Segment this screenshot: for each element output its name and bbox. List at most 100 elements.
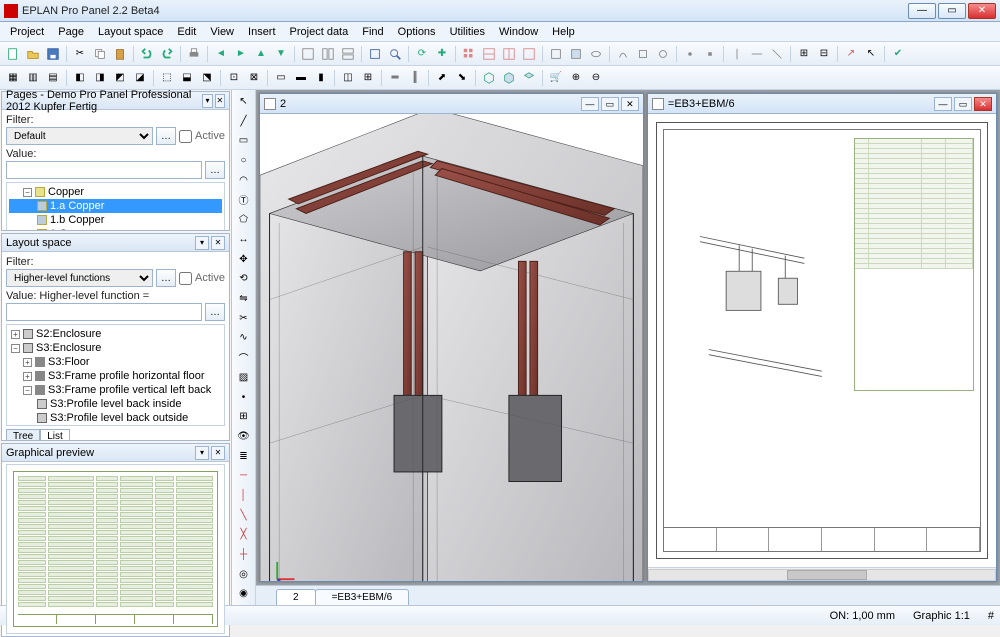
tool2-item-icon[interactable]: ⬔ — [198, 69, 216, 87]
vtool-fillet-icon[interactable]: ⌒ — [235, 349, 253, 366]
tool-undo-icon[interactable] — [138, 45, 156, 63]
vtool-red1-icon[interactable]: ─ — [235, 467, 253, 484]
menu-view[interactable]: View — [204, 24, 240, 40]
filter-select[interactable]: Default — [6, 127, 153, 145]
tool2-item-icon[interactable]: ⊞ — [359, 69, 377, 87]
panel-close-button[interactable]: ✕ — [211, 446, 225, 460]
tool2-item-icon[interactable]: ⊖ — [587, 69, 605, 87]
doc-max-button[interactable]: ▭ — [954, 97, 972, 111]
vtool-text-icon[interactable]: Ⓣ — [235, 191, 253, 208]
panel-dropdown-button[interactable]: ▾ — [202, 94, 212, 108]
menu-help[interactable]: Help — [546, 24, 581, 40]
tool-snap1-icon[interactable] — [681, 45, 699, 63]
vtool-hatch-icon[interactable]: ▨ — [235, 369, 253, 386]
vtool-select-icon[interactable]: ↖ — [235, 93, 253, 110]
vtool-point-icon[interactable]: • — [235, 389, 253, 406]
tool-save-icon[interactable] — [44, 45, 62, 63]
tool2-item-icon[interactable]: ◪ — [131, 69, 149, 87]
value-more-button[interactable]: … — [205, 161, 225, 179]
value-input[interactable] — [6, 303, 202, 321]
tool-open-icon[interactable] — [24, 45, 42, 63]
doc-max-button[interactable]: ▭ — [601, 97, 619, 111]
vtool-rotate-icon[interactable]: ⟲ — [235, 270, 253, 287]
tool-paste-icon[interactable] — [111, 45, 129, 63]
tool-grid2-icon[interactable] — [480, 45, 498, 63]
menu-utilities[interactable]: Utilities — [444, 24, 491, 40]
vtool-misc-icon[interactable]: ◎ — [235, 566, 253, 583]
tool2-item-icon[interactable]: ⬚ — [158, 69, 176, 87]
tool2-item-icon[interactable]: ▮ — [312, 69, 330, 87]
tool2-item-icon[interactable]: ║ — [406, 69, 424, 87]
tool2-iso-icon[interactable] — [480, 69, 498, 87]
vtool-move-icon[interactable]: ✥ — [235, 251, 253, 268]
tool2-item-icon[interactable]: ▥ — [24, 69, 42, 87]
vtool-misc-icon[interactable]: ◉ — [235, 585, 253, 602]
menu-window[interactable]: Window — [493, 24, 544, 40]
tool-new-icon[interactable] — [4, 45, 22, 63]
vtool-dim-icon[interactable]: ↔ — [235, 231, 253, 248]
menu-projectdata[interactable]: Project data — [284, 24, 355, 40]
maximize-button[interactable]: ▭ — [938, 3, 966, 19]
tool-snap2-icon[interactable] — [701, 45, 719, 63]
vtool-mirror-icon[interactable]: ⇋ — [235, 290, 253, 307]
tool-align1-icon[interactable] — [728, 45, 746, 63]
active-checkbox[interactable]: Active — [179, 130, 225, 143]
doc-close-button[interactable]: ✕ — [621, 97, 639, 111]
panel-close-button[interactable]: ✕ — [211, 236, 225, 250]
tool-cut-icon[interactable]: ✂ — [71, 45, 89, 63]
panel-dropdown-button[interactable]: ▾ — [195, 236, 209, 250]
tool-nav-down-icon[interactable]: ▼ — [272, 45, 290, 63]
doc-min-button[interactable]: — — [934, 97, 952, 111]
tool-win2-icon[interactable] — [319, 45, 337, 63]
vtool-poly-icon[interactable]: ⬠ — [235, 211, 253, 228]
tool-copy-icon[interactable] — [91, 45, 109, 63]
tool-refresh-icon[interactable]: ⟳ — [413, 45, 431, 63]
tool-nav-up-icon[interactable]: ▲ — [252, 45, 270, 63]
tool-win3-icon[interactable] — [339, 45, 357, 63]
filter-more-button[interactable]: … — [156, 269, 176, 287]
tool2-iso-icon[interactable] — [500, 69, 518, 87]
tool2-item-icon[interactable]: ⬈ — [433, 69, 451, 87]
tool2-item-icon[interactable]: ◨ — [91, 69, 109, 87]
vtool-red5-icon[interactable]: ┼ — [235, 546, 253, 563]
vtool-red4-icon[interactable]: ╳ — [235, 526, 253, 543]
tool-view1-icon[interactable] — [547, 45, 565, 63]
tool-zoom-in-icon[interactable] — [386, 45, 404, 63]
vtool-layer-icon[interactable]: ≣ — [235, 448, 253, 465]
vtool-line-icon[interactable]: ╱ — [235, 113, 253, 130]
value-input[interactable] — [6, 161, 202, 179]
tool2-item-icon[interactable]: ▤ — [44, 69, 62, 87]
tool-nav-back-icon[interactable]: ◄ — [212, 45, 230, 63]
tool2-item-icon[interactable]: ⬊ — [453, 69, 471, 87]
tool-grid3-icon[interactable] — [500, 45, 518, 63]
tool2-iso-icon[interactable] — [520, 69, 538, 87]
tool2-item-icon[interactable]: ◧ — [71, 69, 89, 87]
doc-close-button[interactable]: ✕ — [974, 97, 992, 111]
tab-tree[interactable]: Tree — [6, 429, 40, 440]
menu-find[interactable]: Find — [356, 24, 389, 40]
tool-misc2-icon[interactable]: ⊟ — [815, 45, 833, 63]
layoutspace-tree[interactable]: +S2:Enclosure −S3:Enclosure +S3:Floor +S… — [6, 324, 225, 426]
vtool-spline-icon[interactable]: ∿ — [235, 329, 253, 346]
vtool-circle-icon[interactable]: ○ — [235, 152, 253, 169]
menu-page[interactable]: Page — [52, 24, 90, 40]
tool-align3-icon[interactable] — [768, 45, 786, 63]
preview-thumbnail[interactable] — [6, 464, 225, 634]
pages-tree[interactable]: −Copper 1.a Copper 1.b Copper 1 Copper — [6, 182, 225, 230]
doc-min-button[interactable]: — — [581, 97, 599, 111]
tool-grid4-icon[interactable] — [520, 45, 538, 63]
tool-cursor-icon[interactable]: ↖ — [862, 45, 880, 63]
tool-view3-icon[interactable] — [587, 45, 605, 63]
vtool-grid-icon[interactable]: ⊞ — [235, 408, 253, 425]
panel-dropdown-button[interactable]: ▾ — [195, 446, 209, 460]
close-button[interactable]: ✕ — [968, 3, 996, 19]
viewport-drawing[interactable] — [648, 114, 996, 567]
tool2-item-icon[interactable]: ▭ — [272, 69, 290, 87]
tool-grid1-icon[interactable] — [460, 45, 478, 63]
tool-win1-icon[interactable] — [299, 45, 317, 63]
menu-layoutspace[interactable]: Layout space — [92, 24, 169, 40]
tool-shape1-icon[interactable] — [614, 45, 632, 63]
tool2-item-icon[interactable]: ⊠ — [245, 69, 263, 87]
tool-print-icon[interactable] — [185, 45, 203, 63]
tool2-item-icon[interactable]: ⊡ — [225, 69, 243, 87]
